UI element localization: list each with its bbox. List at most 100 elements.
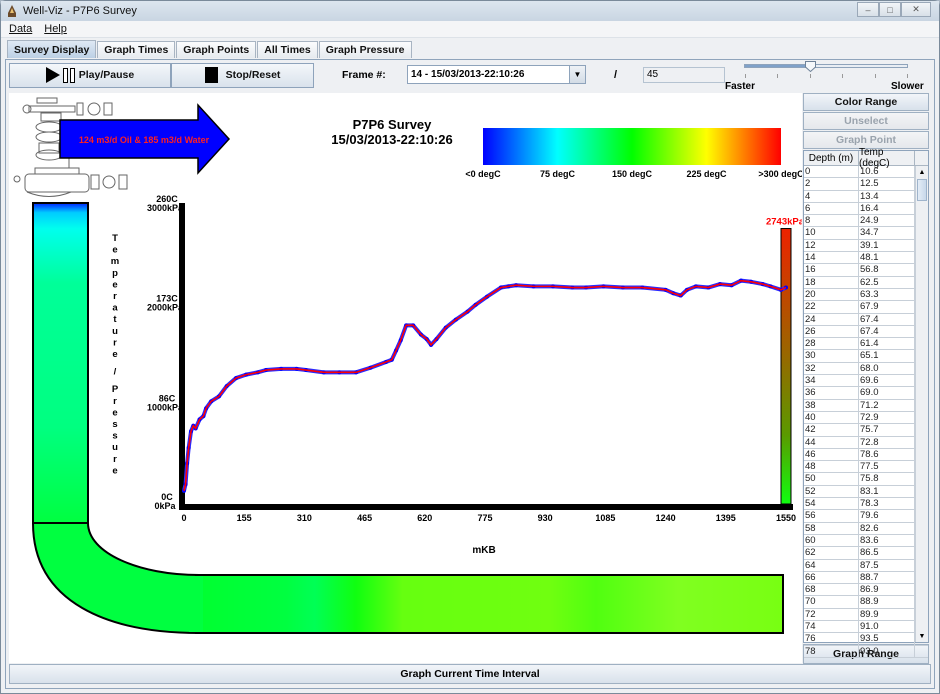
tab-graph-times[interactable]: Graph Times (97, 41, 176, 58)
temp-cell[interactable]: 88.9 (859, 596, 915, 608)
table-row[interactable]: 48 77.5 (804, 461, 928, 474)
temp-cell[interactable]: 67.4 (859, 313, 915, 325)
temp-cell[interactable]: 56.8 (859, 264, 915, 276)
depth-cell[interactable]: 70 (804, 596, 859, 608)
table-row[interactable]: 28 61.4 (804, 338, 928, 351)
temp-cell[interactable]: 72.9 (859, 411, 915, 424)
play-pause-button[interactable]: Play/Pause (9, 62, 171, 88)
depth-cell[interactable]: 20 (804, 288, 859, 301)
temp-cell[interactable]: 34.7 (859, 227, 915, 239)
depth-cell[interactable]: 38 (804, 399, 859, 411)
table-row[interactable]: 68 86.9 (804, 584, 928, 597)
table-row[interactable]: 74 91.0 (804, 620, 928, 634)
depth-cell[interactable]: 44 (804, 436, 859, 448)
color-range-button[interactable]: Color Range (803, 93, 929, 111)
depth-cell[interactable]: 22 (804, 301, 859, 313)
temp-cell[interactable]: 12.5 (859, 178, 915, 190)
column-header-temp[interactable]: Temp (degC) (859, 147, 915, 169)
depth-cell[interactable]: 28 (804, 338, 859, 350)
depth-cell[interactable]: 16 (804, 264, 859, 276)
temp-cell[interactable]: 83.6 (859, 534, 915, 547)
temp-cell[interactable]: 72.8 (859, 436, 915, 448)
table-row[interactable]: 62 86.5 (804, 547, 928, 560)
temp-cell[interactable]: 89.9 (859, 608, 915, 620)
depth-cell[interactable]: 4 (804, 190, 859, 202)
temp-cell[interactable]: 71.2 (859, 399, 915, 411)
table-row[interactable]: 56 79.6 (804, 510, 928, 523)
menu-help[interactable]: Help (44, 23, 67, 35)
depth-cell[interactable]: 24 (804, 313, 859, 325)
temp-cell[interactable]: 78.6 (859, 448, 915, 461)
depth-cell[interactable]: 72 (804, 608, 859, 620)
temp-cell[interactable]: 69.6 (859, 375, 915, 387)
table-row[interactable]: 60 83.6 (804, 534, 928, 548)
depth-cell[interactable]: 50 (804, 473, 859, 485)
table-row[interactable]: 22 67.9 (804, 301, 928, 314)
depth-cell[interactable]: 62 (804, 547, 859, 559)
depth-cell[interactable]: 78 (804, 645, 859, 657)
depth-cell[interactable]: 40 (804, 411, 859, 424)
depth-cell[interactable]: 8 (804, 215, 859, 227)
depth-cell[interactable]: 34 (804, 375, 859, 387)
depth-cell[interactable]: 74 (804, 620, 859, 633)
depth-cell[interactable]: 32 (804, 362, 859, 375)
tab-graph-points[interactable]: Graph Points (176, 41, 257, 58)
temp-cell[interactable]: 75.7 (859, 424, 915, 436)
scroll-down-icon[interactable]: ▼ (916, 630, 928, 642)
temp-cell[interactable]: 91.0 (859, 620, 915, 633)
menu-data[interactable]: Data (9, 23, 32, 35)
depth-cell[interactable]: 6 (804, 202, 859, 215)
table-row[interactable]: 12 39.1 (804, 239, 928, 253)
table-row[interactable]: 24 67.4 (804, 313, 928, 326)
temp-cell[interactable]: 75.8 (859, 473, 915, 485)
tab-graph-pressure[interactable]: Graph Pressure (318, 41, 412, 58)
table-row[interactable]: 54 78.3 (804, 498, 928, 511)
temp-cell[interactable]: 68.0 (859, 362, 915, 375)
unselect-button[interactable]: Unselect (803, 112, 929, 130)
depth-cell[interactable]: 0 (804, 166, 859, 178)
temp-cell[interactable]: 48.1 (859, 252, 915, 264)
table-row[interactable]: 10 34.7 (804, 227, 928, 240)
maximize-button[interactable]: □ (879, 2, 901, 17)
table-row[interactable]: 2 12.5 (804, 178, 928, 191)
temp-cell[interactable]: 86.5 (859, 547, 915, 559)
depth-cell[interactable]: 36 (804, 387, 859, 399)
table-row[interactable]: 76 93.5 (804, 633, 928, 646)
table-row[interactable]: 6 16.4 (804, 202, 928, 216)
frame-select[interactable]: 14 - 15/03/2013-22:10:26 ▼ (407, 65, 586, 84)
table-row[interactable]: 66 88.7 (804, 571, 928, 585)
temp-cell[interactable]: 86.9 (859, 584, 915, 596)
temp-cell[interactable]: 67.9 (859, 301, 915, 313)
temp-cell[interactable]: 65.1 (859, 350, 915, 362)
chevron-down-icon[interactable]: ▼ (569, 66, 585, 83)
minimize-button[interactable]: – (857, 2, 879, 17)
table-row[interactable]: 44 72.8 (804, 436, 928, 449)
temp-cell[interactable]: 77.5 (859, 461, 915, 473)
depth-cell[interactable]: 58 (804, 522, 859, 534)
depth-cell[interactable]: 46 (804, 448, 859, 461)
temp-cell[interactable]: 61.4 (859, 338, 915, 350)
temp-cell[interactable]: 24.9 (859, 215, 915, 227)
table-row[interactable]: 34 69.6 (804, 375, 928, 388)
table-row[interactable]: 40 72.9 (804, 411, 928, 425)
temp-cell[interactable]: 88.7 (859, 571, 915, 584)
table-row[interactable]: 64 87.5 (804, 559, 928, 572)
depth-cell[interactable]: 10 (804, 227, 859, 239)
table-row[interactable]: 8 24.9 (804, 215, 928, 228)
table-row[interactable]: 78 93.0 (804, 645, 928, 658)
stop-reset-button[interactable]: Stop/Reset (171, 62, 314, 88)
scroll-up-icon[interactable]: ▲ (916, 166, 928, 178)
temp-cell[interactable]: 87.5 (859, 559, 915, 571)
table-row[interactable]: 0 10.6 (804, 166, 928, 179)
temp-cell[interactable]: 69.0 (859, 387, 915, 399)
depth-cell[interactable]: 12 (804, 239, 859, 252)
depth-cell[interactable]: 76 (804, 633, 859, 645)
close-button[interactable]: ✕ (901, 2, 931, 17)
table-row[interactable]: 72 89.9 (804, 608, 928, 621)
scrollbar-thumb[interactable] (917, 179, 927, 201)
table-row[interactable]: 26 67.4 (804, 325, 928, 339)
temp-cell[interactable]: 78.3 (859, 498, 915, 510)
depth-cell[interactable]: 68 (804, 584, 859, 596)
table-row[interactable]: 46 78.6 (804, 448, 928, 462)
temp-cell[interactable]: 93.0 (859, 645, 915, 657)
